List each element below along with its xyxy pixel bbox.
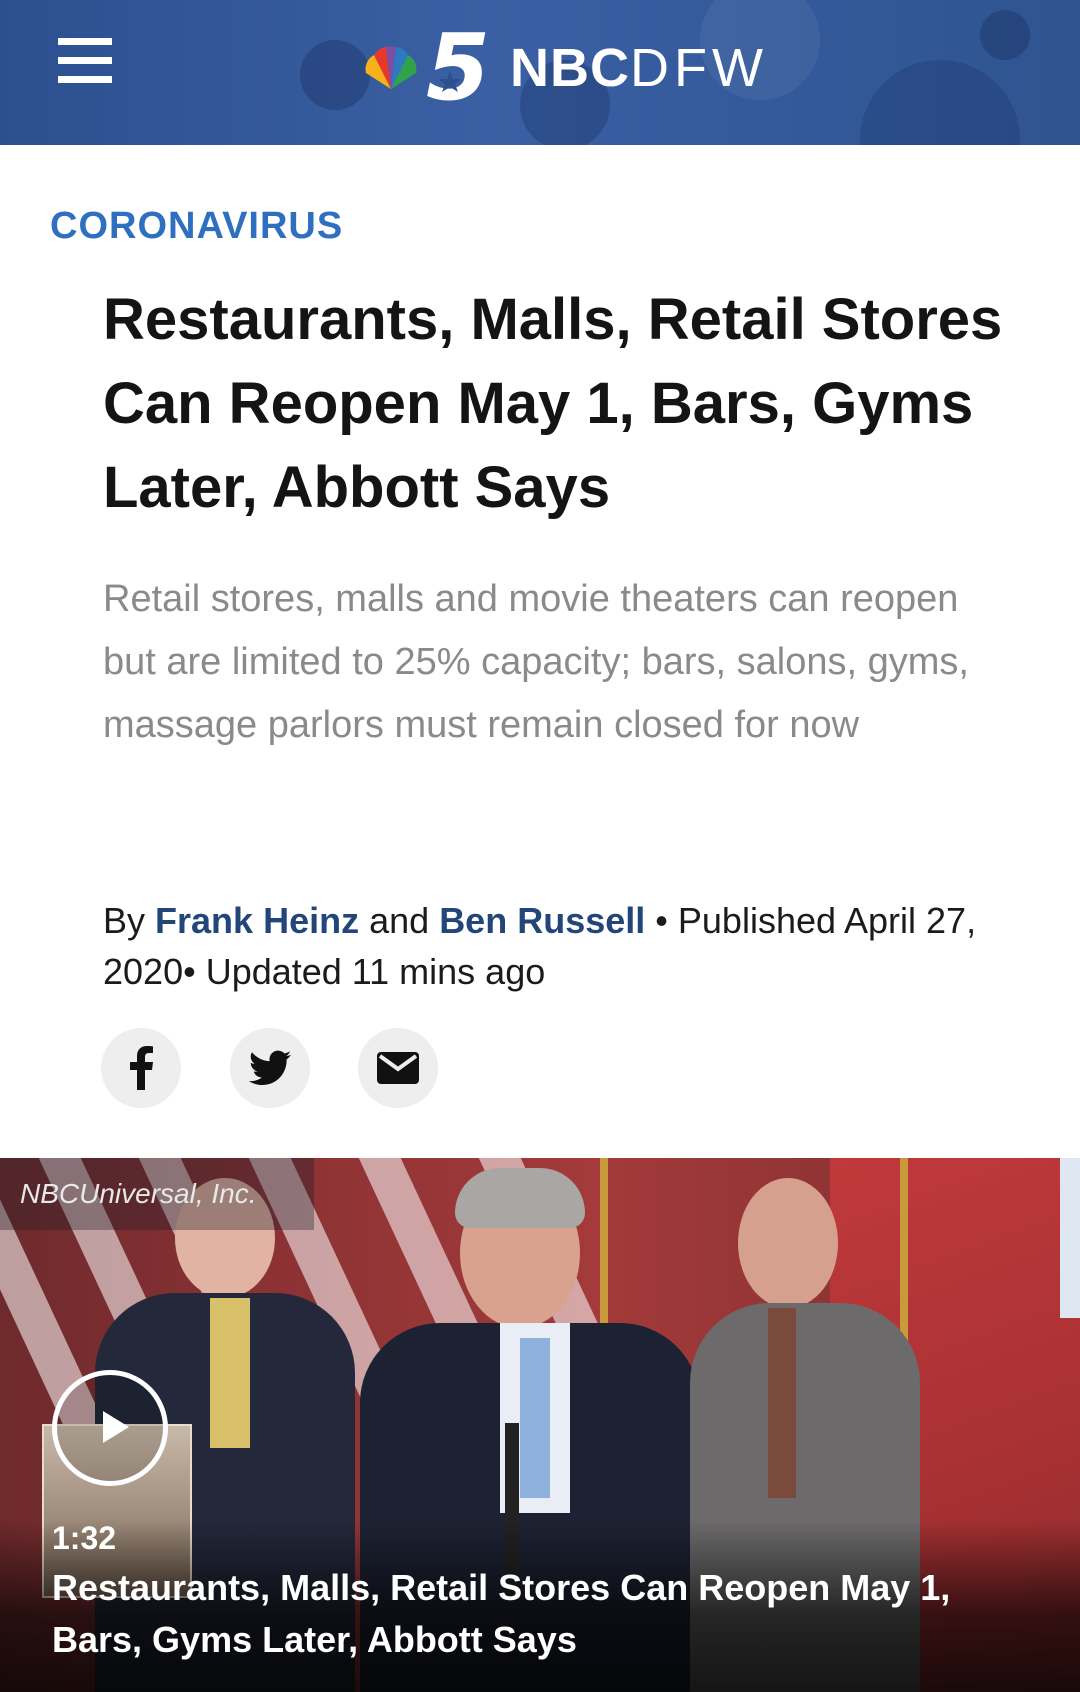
email-share-button[interactable] [358,1028,438,1108]
person-head [738,1178,838,1308]
category-label[interactable]: CORONAVIRUS [50,205,343,248]
person-hair [455,1168,585,1228]
sign-edge [1060,1158,1080,1318]
facebook-icon [130,1046,153,1090]
article-dek: Retail stores, malls and movie theaters … [103,578,969,746]
nbc-peacock-icon [365,46,417,89]
video-duration: 1:32 [52,1520,117,1556]
hamburger-menu-icon[interactable] [58,38,112,84]
byline-by: By [103,900,146,941]
svg-text:5: 5 [426,25,490,111]
twitter-share-button[interactable] [230,1028,310,1108]
brand-name-light: DFW [630,38,768,98]
byline-and: and [369,900,430,941]
author-link[interactable]: Ben Russell [439,900,645,941]
byline: By Frank Heinz and Ben Russell • Publish… [103,895,983,997]
channel-5-logo-icon: 5 [426,25,490,111]
author-link[interactable]: Frank Heinz [155,900,359,941]
twitter-icon [249,1050,291,1085]
brand-name: NBCDFW [510,37,768,99]
person-tie [210,1298,250,1448]
article-headline: Restaurants, Malls, Retail Stores Can Re… [103,287,1003,520]
person-tie [520,1338,550,1498]
header-background-decor [860,60,1020,145]
play-icon [103,1411,129,1443]
brand-name-bold: NBC [510,38,630,98]
video-title[interactable]: Restaurants, Malls, Retail Stores Can Re… [52,1562,1032,1666]
facebook-share-button[interactable] [101,1028,181,1108]
site-logo[interactable]: 5 NBCDFW [360,18,768,118]
site-header: 5 NBCDFW [0,0,1080,145]
video-watermark: NBCUniversal, Inc. [0,1158,314,1230]
play-button[interactable] [52,1370,168,1486]
header-background-decor [980,10,1030,60]
email-icon [377,1052,419,1084]
person-tie [768,1308,796,1498]
